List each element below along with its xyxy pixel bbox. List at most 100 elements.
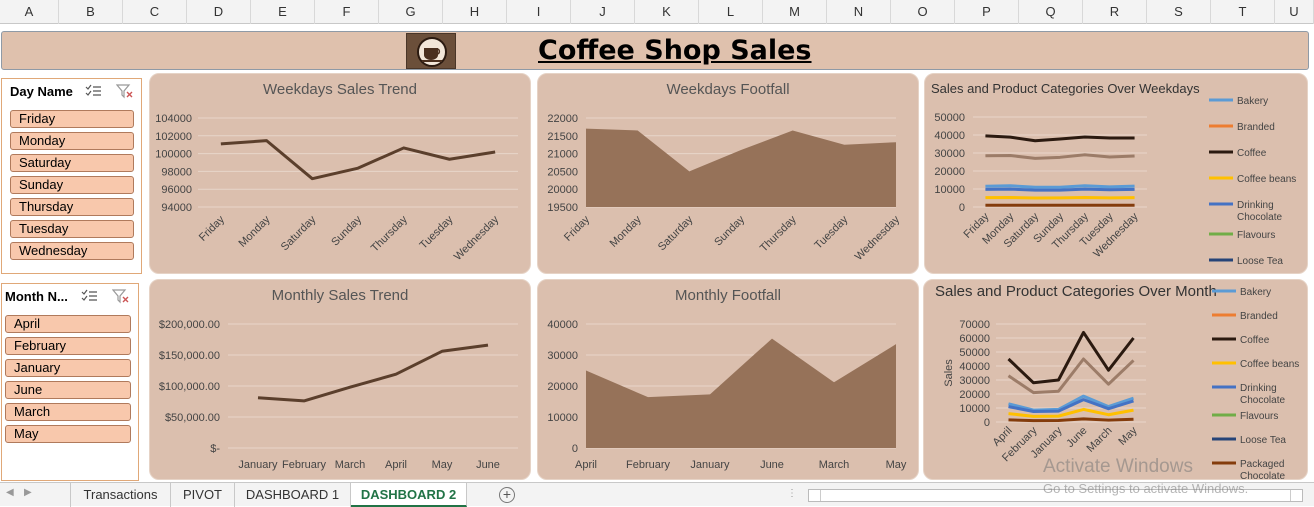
line-series [258,345,488,401]
y-tick-label: 94000 [161,202,192,214]
slicer-item[interactable]: June [5,381,131,399]
column-header[interactable]: S [1147,0,1211,24]
y-tick-label: 30000 [959,375,990,387]
slicer-item[interactable]: Sunday [10,176,134,194]
y-tick-label: 104000 [155,113,192,125]
slicer-item[interactable]: March [5,403,131,421]
legend-label: Flavours [1237,230,1275,241]
x-tick-label: June [476,459,500,471]
legend-label: Loose Tea [1237,256,1283,267]
chart-plot: 400003000020000100000AprilFebruaryJanuar… [538,280,920,481]
slicer-item[interactable]: April [5,315,131,333]
column-header-bar: A B C D E F G H I J K L M N O P Q R S T … [0,0,1314,24]
column-header[interactable]: F [315,0,379,24]
legend-label: Bakery [1240,287,1271,298]
x-tick-label: Saturday [279,213,319,253]
slicer-item[interactable]: Friday [10,110,134,128]
slicer-item[interactable]: February [5,337,131,355]
slicer-header: Day Name [10,84,73,99]
y-tick-label: 102000 [155,131,192,143]
column-header[interactable]: C [123,0,187,24]
x-tick-label: Thursday [369,213,410,254]
column-header[interactable]: K [635,0,699,24]
column-header[interactable]: R [1083,0,1147,24]
y-tick-label: 98000 [161,166,192,178]
column-header[interactable]: E [251,0,315,24]
column-header[interactable]: H [443,0,507,24]
weekdays-sales-trend-chart[interactable]: Weekdays Sales Trend 1040001020001000009… [149,73,531,274]
x-tick-label: Tuesday [418,213,456,251]
scroll-right-arrow-icon[interactable] [1290,490,1302,501]
column-header[interactable]: B [59,0,123,24]
column-header[interactable]: Q [1019,0,1083,24]
activation-watermark-sub: Go to Settings to activate Windows. [1043,481,1248,496]
scroll-left-icon[interactable]: ◀ [6,487,14,498]
multi-select-icon[interactable] [84,83,102,99]
multi-select-icon[interactable] [80,288,98,304]
monthly-categories-chart[interactable]: Sales and Product Categories Over Month … [923,279,1308,480]
slicer-item[interactable]: Thursday [10,198,134,216]
sheet-tab-active[interactable]: DASHBOARD 2 [351,483,467,507]
line-series [1009,419,1134,421]
slicer-item[interactable]: Saturday [10,154,134,172]
sheet-tab[interactable]: Transactions [70,483,171,507]
legend-label: Coffee beans [1240,359,1299,370]
y-tick-label: 20000 [959,389,990,401]
sheet-tab[interactable]: PIVOT [171,483,235,507]
column-header[interactable]: U [1275,0,1314,24]
clear-filter-icon[interactable] [116,83,134,99]
legend-label: Coffee beans [1237,174,1296,185]
page-title: Coffee Shop Sales [538,35,812,66]
chart-plot: 50000400003000020000100000FridayMondaySa… [925,74,1309,275]
sheet-tab[interactable]: DASHBOARD 1 [235,483,351,507]
column-header[interactable]: M [763,0,827,24]
column-header[interactable]: P [955,0,1019,24]
column-header[interactable]: N [827,0,891,24]
x-tick-label: Thursday [758,213,799,254]
y-tick-label: 70000 [959,319,990,331]
weekday-categories-chart[interactable]: Sales and Product Categories Over Weekda… [924,73,1308,274]
monthly-footfall-chart[interactable]: Monthly Footfall 400003000020000100000Ap… [537,279,919,480]
column-header[interactable]: O [891,0,955,24]
month-name-slicer[interactable]: Month N... April February January June M… [1,283,139,481]
scroll-left-arrow-icon[interactable] [809,490,821,501]
column-header[interactable]: I [507,0,571,24]
slicer-item[interactable]: Tuesday [10,220,134,238]
y-tick-label: 30000 [547,350,578,362]
monthly-sales-trend-chart[interactable]: Monthly Sales Trend $200,000.00$150,000.… [149,279,531,480]
more-options-icon[interactable]: ⋮ [787,488,797,499]
y-tick-label: $200,000.00 [159,319,220,331]
y-tick-label: 20000 [934,166,965,178]
slicer-item[interactable]: May [5,425,131,443]
x-tick-label: Wednesday [853,213,903,263]
day-name-slicer[interactable]: Day Name Friday Monday Saturday Sunday T… [1,78,142,274]
legend-label: Branded [1240,311,1278,322]
legend-label: Coffee [1237,148,1267,159]
y-tick-label: 10000 [934,184,965,196]
x-tick-label: January [690,459,730,471]
column-header[interactable]: D [187,0,251,24]
legend-label: Chocolate [1237,212,1282,223]
slicer-item[interactable]: Monday [10,132,134,150]
slicer-item[interactable]: Wednesday [10,242,134,260]
column-header[interactable]: A [0,0,59,24]
y-tick-label: 10000 [547,412,578,424]
chart-plot: $200,000.00$150,000.00$100,000.00$50,000… [150,280,532,481]
slicer-item[interactable]: January [5,359,131,377]
x-tick-label: April [575,459,597,471]
clear-filter-icon[interactable] [112,288,130,304]
column-header[interactable]: J [571,0,635,24]
scroll-right-icon[interactable]: ▶ [24,487,32,498]
legend-label: Drinking [1240,383,1277,394]
y-tick-label: 96000 [161,184,192,196]
column-header[interactable]: G [379,0,443,24]
y-tick-label: 21000 [547,149,578,161]
column-header[interactable]: T [1211,0,1275,24]
slicer-header: Month N... [5,289,68,304]
line-series [985,155,1134,159]
y-tick-label: 40000 [547,319,578,331]
add-sheet-icon[interactable]: + [499,487,515,503]
x-tick-label: Sunday [712,213,747,248]
weekdays-footfall-chart[interactable]: Weekdays Footfall 2200021500210002050020… [537,73,919,274]
column-header[interactable]: L [699,0,763,24]
